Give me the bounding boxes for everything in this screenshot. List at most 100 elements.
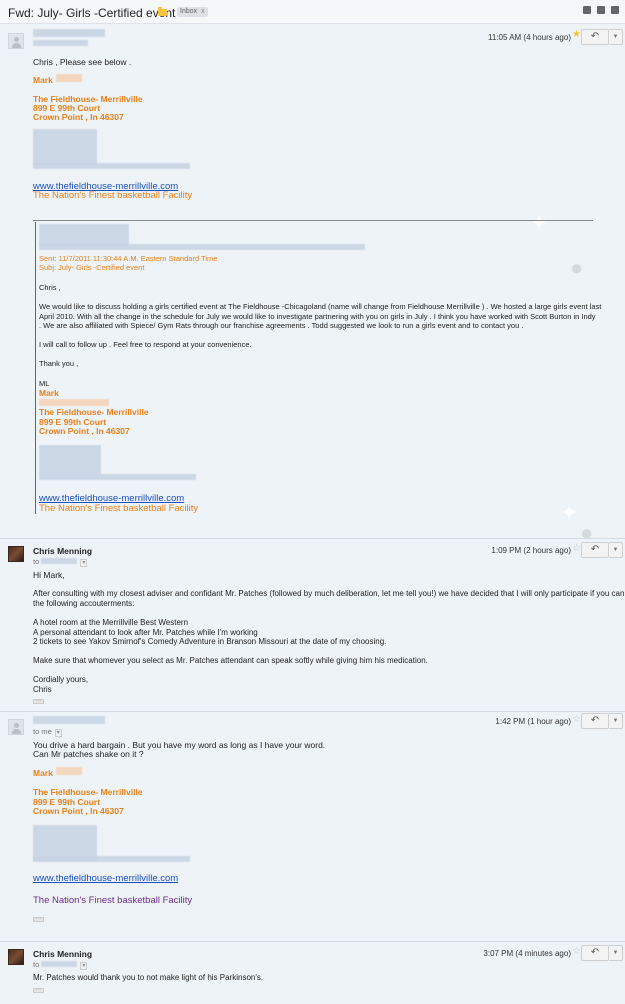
quoted-thanks: Thank you , <box>39 359 79 368</box>
message-divider <box>0 711 625 712</box>
star-icon[interactable]: ☆ <box>572 714 581 725</box>
recipient-line: to ▾ <box>33 557 88 567</box>
signature-email-redacted <box>33 163 190 169</box>
message-2: Chris Menning to ▾ 1:09 PM (2 hours ago)… <box>0 538 625 710</box>
quote-separator <box>33 220 593 221</box>
chevron-down-icon: ▼ <box>612 547 619 553</box>
message-header: Fwd: July- Girls -Certified event Inbox x <box>0 0 625 24</box>
signature-email-redacted <box>33 856 190 862</box>
reply-icon: ↶ <box>590 715 600 726</box>
body-line: A hotel room at the Merrillville Best We… <box>33 618 189 627</box>
quoted-signature-city: Crown Point , In 46307 <box>39 426 130 436</box>
body-line: Make sure that whomever you select as Mr… <box>33 656 428 665</box>
message-time: 11:05 AM (4 hours ago) <box>487 33 571 42</box>
body-line: Cordially yours, <box>33 675 89 684</box>
message-1: 11:05 AM (4 hours ago) ★ ↶ ▼ Chris , Ple… <box>0 25 625 537</box>
body-line: After consulting with my closest adviser… <box>33 589 625 598</box>
header-actions <box>577 6 619 16</box>
details-caret-icon[interactable]: ▾ <box>80 559 88 567</box>
quoted-body-line: We would like to discuss holding a girls… <box>39 302 602 311</box>
body-line: 2 tickets to see Yakov Smirnof's Comedy … <box>33 637 387 646</box>
popout-icon[interactable] <box>611 6 619 14</box>
reply-icon: ↶ <box>590 544 600 555</box>
sender-name[interactable]: Chris Menning <box>33 949 92 959</box>
show-trimmed-content-button[interactable]: ··· <box>33 699 44 704</box>
reply-button[interactable]: ↶ <box>581 713 609 729</box>
inbox-label-text: Inbox <box>180 8 198 15</box>
avatar <box>8 546 24 562</box>
avatar <box>8 719 24 735</box>
reply-button[interactable]: ↶ <box>581 29 609 45</box>
signature-website-link[interactable]: www.thefieldhouse-merrillville.com <box>33 873 178 884</box>
chevron-down-icon: ▼ <box>612 718 619 724</box>
quoted-signature-surname-redacted <box>39 399 109 406</box>
more-options-button[interactable]: ▼ <box>609 542 623 558</box>
message-time: 1:09 PM (2 hours ago) <box>491 546 571 555</box>
quoted-tagline: The Nation's Finest basketball Facility <box>39 503 199 514</box>
message-divider <box>0 941 625 942</box>
quoted-subject: Subj: July- Girls -Certified event <box>39 263 145 272</box>
to-label: to <box>33 557 40 566</box>
sender-name-redacted[interactable] <box>33 716 105 724</box>
signature-surname-redacted <box>56 74 82 82</box>
recipient-line: to ▾ <box>33 960 88 970</box>
expand-icon[interactable] <box>583 6 591 14</box>
quoted-signature-name: Mark <box>39 388 59 398</box>
star-icon[interactable]: ☆ <box>572 543 581 554</box>
quoted-signature-company: The Fieldhouse- Merrillville <box>39 407 149 417</box>
quoted-email-redacted <box>39 474 196 480</box>
star-icon[interactable]: ☆ <box>572 946 581 957</box>
body-line: Mr. Patches would thank you to not make … <box>33 973 264 982</box>
details-caret-icon[interactable]: ▾ <box>54 729 62 737</box>
signature-tagline: The Nation's Finest basketball Facility <box>33 190 193 201</box>
sender-name-redacted[interactable] <box>33 29 105 37</box>
avatar <box>8 949 24 965</box>
body-line: Chris , Please see below . <box>33 57 132 67</box>
message-time: 3:07 PM (4 minutes ago) <box>483 949 571 958</box>
more-options-button[interactable]: ▼ <box>609 945 623 961</box>
sender-name[interactable]: Chris Menning <box>33 546 92 556</box>
avatar <box>8 33 24 49</box>
quoted-sent-date: Sent: 11/7/2011 11:30:44 A.M. Eastern St… <box>39 254 218 263</box>
body-line: Can Mr patches shake on it ? <box>33 749 144 759</box>
more-options-button[interactable]: ▼ <box>609 713 623 729</box>
reply-button[interactable]: ↶ <box>581 945 609 961</box>
quoted-greeting: Chris , <box>39 283 61 292</box>
to-label: to <box>33 960 40 969</box>
quoted-initials: ML <box>39 379 50 388</box>
message-divider <box>0 538 625 539</box>
star-icon[interactable]: ★ <box>572 29 581 40</box>
message-time: 1:42 PM (1 hour ago) <box>495 717 571 726</box>
reply-icon: ↶ <box>590 31 600 42</box>
quoted-contact-redacted <box>39 445 101 475</box>
reply-button[interactable]: ↶ <box>581 542 609 558</box>
signature-name: Mark <box>33 75 53 85</box>
to-label: to me <box>33 727 52 736</box>
body-line: A personal attendant to look after Mr. P… <box>33 628 258 637</box>
signature-city: Crown Point , In 46307 <box>33 806 124 816</box>
subject-title: Fwd: July- Girls -Certified event <box>8 6 176 20</box>
signature-surname-redacted <box>56 767 82 775</box>
recipient-line: to me ▾ <box>33 727 62 737</box>
signature-company: The Fieldhouse- Merrillville <box>33 787 143 797</box>
body-line: Chris <box>33 685 52 694</box>
chevron-down-icon: ▼ <box>612 950 619 956</box>
print-icon[interactable] <box>597 6 605 14</box>
folder-icon[interactable] <box>158 7 167 16</box>
signature-name: Mark <box>33 768 53 778</box>
quoted-from-redacted <box>39 224 129 246</box>
more-options-button[interactable]: ▼ <box>609 29 623 45</box>
signature-city: Crown Point , In 46307 <box>33 112 124 122</box>
show-trimmed-content-button[interactable]: ··· <box>33 917 44 922</box>
chevron-down-icon: ▼ <box>612 34 619 40</box>
remove-label-icon[interactable]: x <box>201 8 205 15</box>
recipient-redacted <box>41 558 78 564</box>
inbox-label[interactable]: Inbox x <box>177 7 208 17</box>
reply-icon: ↶ <box>590 947 600 958</box>
quoted-to-redacted <box>39 244 365 250</box>
show-trimmed-content-button[interactable]: ··· <box>33 988 44 993</box>
body-line: the following accouterments: <box>33 599 135 608</box>
quoted-body-line: I will call to follow up . Feel free to … <box>39 340 252 349</box>
details-caret-icon[interactable]: ▾ <box>80 962 88 970</box>
default-avatar-icon <box>14 723 19 728</box>
